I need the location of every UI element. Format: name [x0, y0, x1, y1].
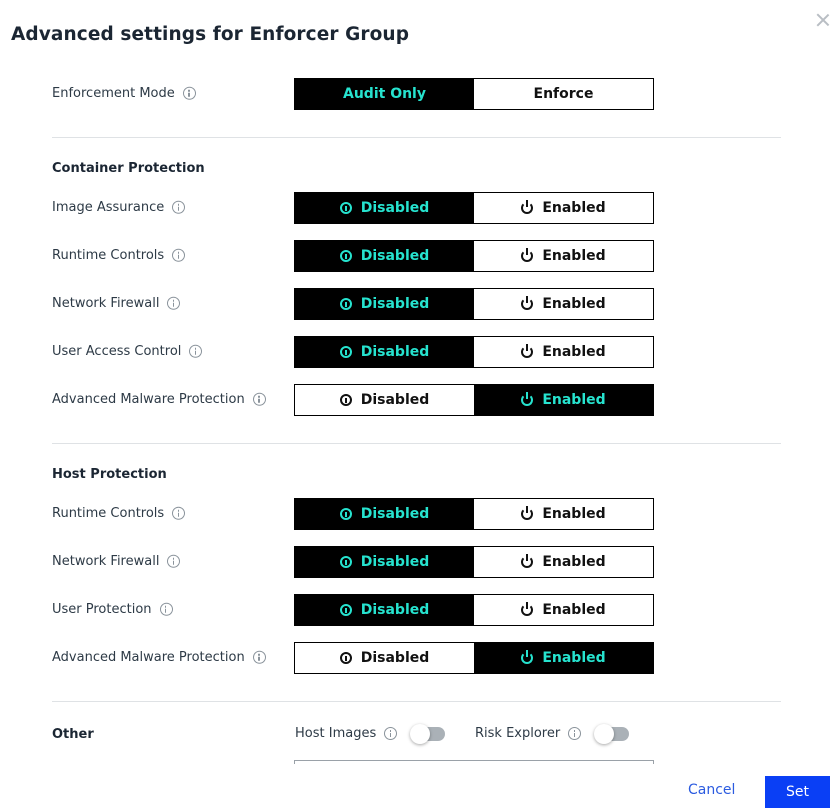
network-firewall-segmented-control: Disabled Enabled — [294, 546, 654, 578]
runtime-controls-segmented-control: Disabled Enabled — [294, 240, 654, 272]
partially-visible-field — [294, 760, 654, 764]
risk-explorer-toggle[interactable] — [594, 723, 630, 744]
disabled-icon — [339, 298, 352, 310]
dialog-title: Advanced settings for Enforcer Group — [11, 24, 410, 45]
divider — [52, 701, 781, 702]
enforcement-mode-label: Enforcement Mode — [52, 86, 196, 101]
disabled-option[interactable]: Disabled — [295, 193, 474, 223]
user-access-control-label: User Access Control — [52, 344, 203, 359]
disabled-icon — [339, 250, 352, 262]
runtime-controls-label: Runtime Controls — [52, 248, 186, 263]
advanced-malware-protection-label: Advanced Malware Protection — [52, 392, 266, 407]
disabled-option[interactable]: Disabled — [295, 547, 474, 577]
enabled-option[interactable]: Enabled — [474, 193, 653, 223]
info-icon[interactable] — [172, 248, 186, 262]
image-assurance-segmented-control: Disabled Enabled — [294, 192, 654, 224]
host-images-setting: Host Images — [295, 723, 446, 744]
setting-row: Advanced Malware Protection Disabled Enabl… — [0, 384, 837, 416]
info-icon[interactable] — [167, 554, 181, 568]
setting-row: Advanced Malware Protection Disabled Enabl… — [0, 642, 837, 674]
audit-only-option[interactable]: Audit Only — [295, 79, 474, 109]
power-icon — [521, 248, 534, 262]
risk-explorer-setting: Risk Explorer — [475, 723, 630, 744]
enabled-option[interactable]: Enabled — [474, 547, 653, 577]
host-images-toggle[interactable] — [410, 723, 446, 744]
runtime-controls-segmented-control: Disabled Enabled — [294, 498, 654, 530]
power-icon — [521, 506, 534, 520]
info-icon[interactable] — [182, 86, 196, 100]
container-protection-heading: Container Protection — [52, 161, 205, 176]
power-icon — [521, 296, 534, 310]
disabled-option[interactable]: Disabled — [295, 643, 474, 673]
disabled-icon — [339, 556, 352, 568]
advanced-malware-protection-segmented-control: Disabled Enabled — [294, 642, 654, 674]
divider — [52, 137, 781, 138]
enabled-option[interactable]: Enabled — [474, 643, 653, 673]
enabled-option[interactable]: Enabled — [474, 337, 653, 367]
advanced-settings-dialog: Advanced settings for Enforcer Group Enf… — [0, 0, 837, 812]
advanced-malware-protection-segmented-control: Disabled Enabled — [294, 384, 654, 416]
user-access-control-segmented-control: Disabled Enabled — [294, 336, 654, 368]
setting-row: User Protection Disabled Enabled — [0, 594, 837, 626]
setting-row: Runtime Controls Disabled Enabled — [0, 240, 837, 272]
disabled-icon — [339, 508, 352, 520]
setting-row: Image Assurance Disabled Enabled — [0, 192, 837, 224]
info-icon[interactable] — [172, 506, 186, 520]
disabled-icon — [339, 202, 352, 214]
disabled-icon — [339, 346, 352, 358]
setting-row: Network Firewall Disabled Enabled — [0, 288, 837, 320]
disabled-option[interactable]: Disabled — [295, 385, 474, 415]
enabled-option[interactable]: Enabled — [474, 595, 653, 625]
info-icon[interactable] — [568, 727, 582, 740]
close-icon[interactable] — [815, 12, 831, 28]
runtime-controls-label: Runtime Controls — [52, 506, 186, 521]
enforcement-mode-row: Enforcement Mode Audit Only Enforce — [0, 78, 837, 110]
info-icon[interactable] — [159, 602, 173, 616]
disabled-option[interactable]: Disabled — [295, 595, 474, 625]
network-firewall-label: Network Firewall — [52, 296, 181, 311]
enabled-option[interactable]: Enabled — [474, 241, 653, 271]
disabled-option[interactable]: Disabled — [295, 337, 474, 367]
power-icon — [521, 554, 534, 568]
other-heading: Other — [52, 727, 94, 742]
setting-row: Network Firewall Disabled Enabled — [0, 546, 837, 578]
host-protection-heading: Host Protection — [52, 467, 167, 482]
divider — [52, 443, 781, 444]
info-icon[interactable] — [384, 727, 398, 740]
network-firewall-segmented-control: Disabled Enabled — [294, 288, 654, 320]
power-icon — [521, 392, 534, 406]
info-icon[interactable] — [252, 650, 266, 664]
enabled-option[interactable]: Enabled — [474, 289, 653, 319]
setting-row: Runtime Controls Disabled Enabled — [0, 498, 837, 530]
enforcement-mode-segmented-control: Audit Only Enforce — [294, 78, 654, 110]
power-icon — [521, 344, 534, 358]
info-icon[interactable] — [167, 296, 181, 310]
disabled-option[interactable]: Disabled — [295, 289, 474, 319]
disabled-option[interactable]: Disabled — [295, 241, 474, 271]
enabled-option[interactable]: Enabled — [474, 499, 653, 529]
network-firewall-label: Network Firewall — [52, 554, 181, 569]
disabled-icon — [339, 652, 352, 664]
power-icon — [521, 602, 534, 616]
disabled-option[interactable]: Disabled — [295, 499, 474, 529]
risk-explorer-label: Risk Explorer — [475, 726, 561, 741]
disabled-icon — [339, 604, 352, 616]
cancel-button[interactable]: Cancel — [688, 782, 735, 798]
enabled-option[interactable]: Enabled — [474, 385, 653, 415]
user-protection-label: User Protection — [52, 602, 173, 617]
setting-row: User Access Control Disabled Enabled — [0, 336, 837, 368]
advanced-malware-protection-label: Advanced Malware Protection — [52, 650, 266, 665]
info-icon[interactable] — [172, 200, 186, 214]
host-images-label: Host Images — [295, 726, 377, 741]
power-icon — [521, 200, 534, 214]
info-icon[interactable] — [252, 392, 266, 406]
info-icon[interactable] — [189, 344, 203, 358]
image-assurance-label: Image Assurance — [52, 200, 186, 215]
user-protection-segmented-control: Disabled Enabled — [294, 594, 654, 626]
power-icon — [521, 650, 534, 664]
disabled-icon — [339, 394, 352, 406]
set-button[interactable]: Set — [765, 776, 830, 808]
enforce-option[interactable]: Enforce — [474, 79, 653, 109]
